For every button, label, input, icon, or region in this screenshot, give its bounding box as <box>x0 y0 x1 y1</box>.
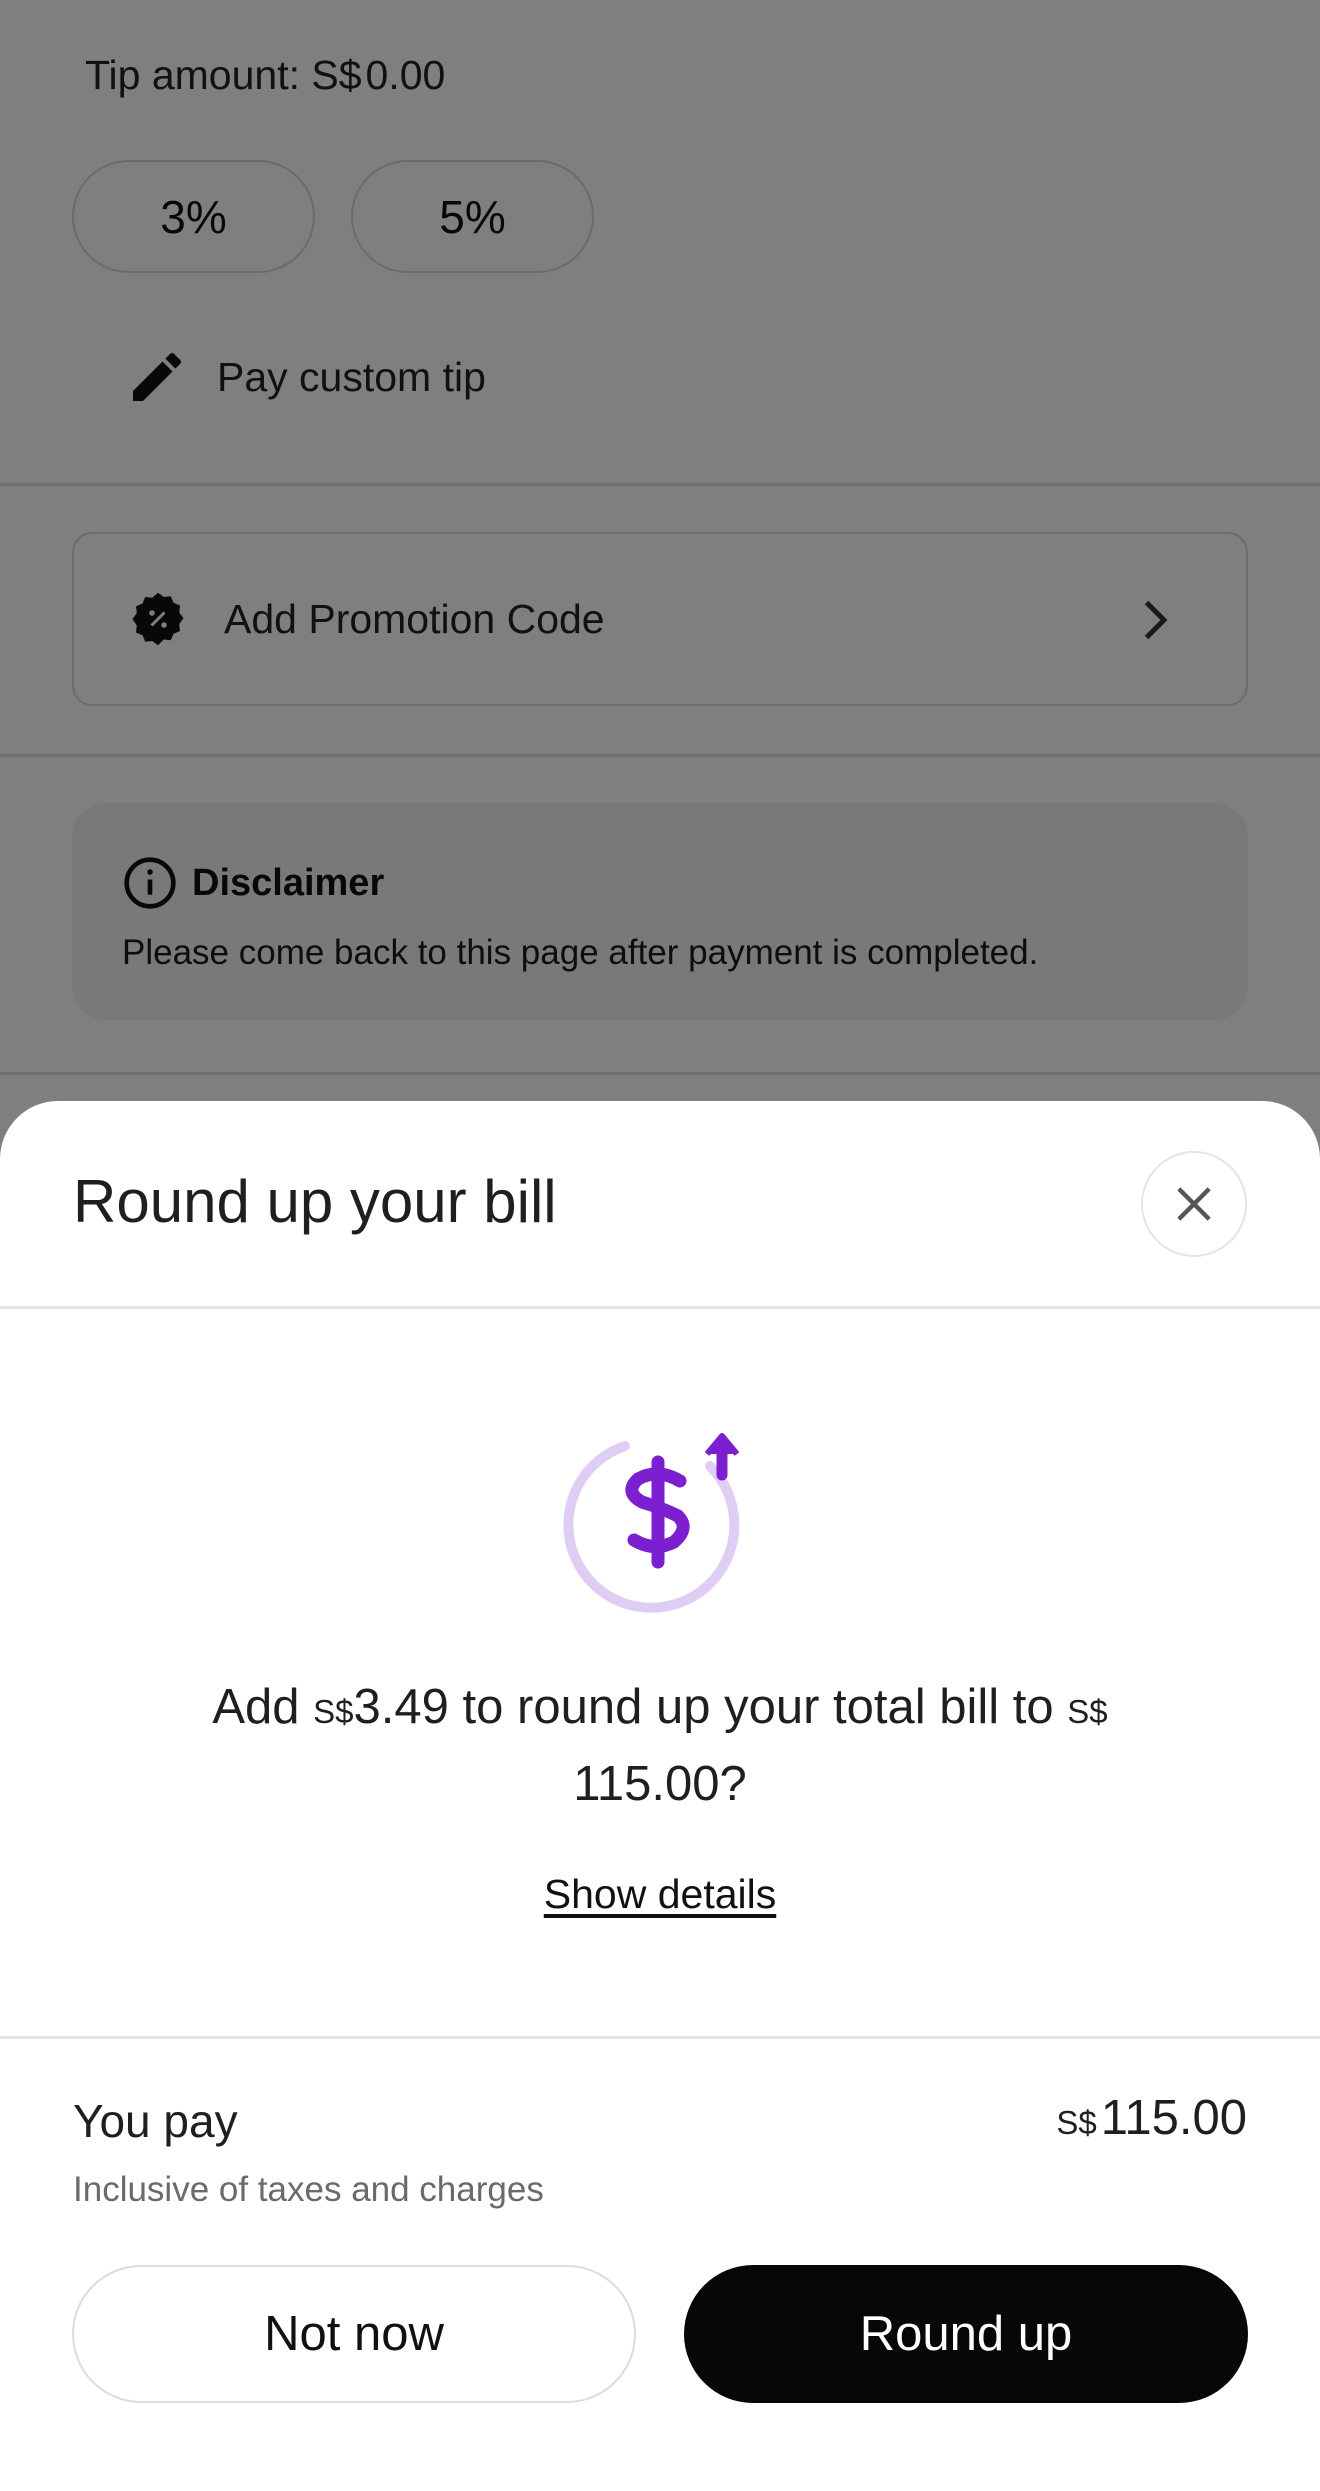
total-amount: S$115.00 <box>1056 2090 1247 2146</box>
close-icon <box>1177 1187 1211 1221</box>
round-up-button[interactable]: Round up <box>684 2265 1248 2403</box>
sheet-footer-divider <box>0 2036 1320 2039</box>
round-up-message: Add S$3.49 to round up your total bill t… <box>130 1671 1190 1820</box>
round-up-amount: 3.49 <box>353 1680 449 1734</box>
you-pay-label: You pay <box>73 2095 238 2147</box>
close-button[interactable] <box>1141 1151 1247 1257</box>
show-details-row: Show details <box>0 1871 1320 1918</box>
rounded-total: 115.00? <box>573 1757 747 1811</box>
round-up-sheet: Round up your bill Add S$3.49 to round u… <box>0 1101 1320 2491</box>
message-prefix: Add <box>212 1680 300 1734</box>
show-details-link[interactable]: Show details <box>544 1871 776 1917</box>
message-currency: S$ <box>313 1693 354 1730</box>
inclusive-note: Inclusive of taxes and charges <box>73 2170 544 2209</box>
sheet-title: Round up your bill <box>73 1168 557 1235</box>
total-currency: S$ <box>1056 2104 1097 2141</box>
sheet-header-divider <box>0 1306 1320 1309</box>
dollar-roundup-icon <box>563 1433 740 1613</box>
message-middle: to round up your total bill to <box>462 1680 1054 1734</box>
message-currency-2: S$ <box>1067 1693 1108 1730</box>
not-now-button[interactable]: Not now <box>72 2265 636 2403</box>
total-value: 115.00 <box>1100 2091 1247 2145</box>
